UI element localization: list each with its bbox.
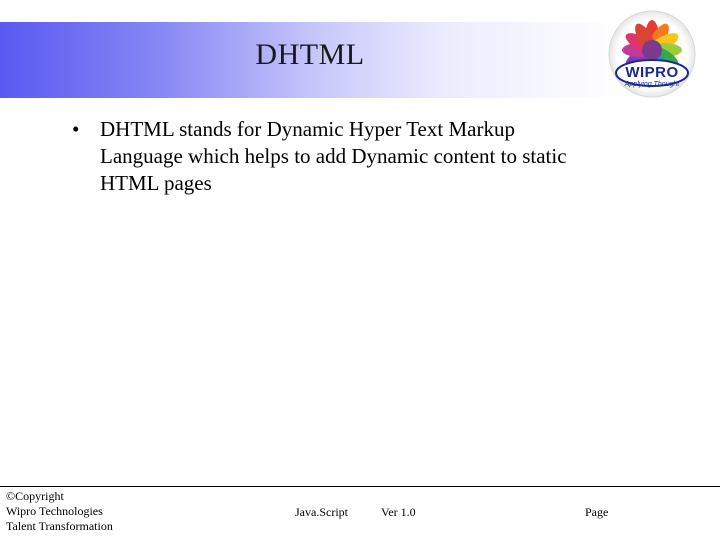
logo-text: WIPRO bbox=[625, 64, 679, 81]
footer-company: Wipro Technologies bbox=[6, 504, 103, 518]
bullet-line: Language which helps to add Dynamic cont… bbox=[100, 144, 567, 168]
footer-copyright: ©Copyright bbox=[6, 489, 64, 503]
footer-copyright-block: ©Copyright Wipro Technologies Talent Tra… bbox=[6, 489, 113, 534]
bullet-list: • DHTML stands for Dynamic Hyper Text Ma… bbox=[72, 116, 672, 197]
bullet-marker: • bbox=[72, 117, 80, 141]
wipro-logo: WIPRO Applying Thought bbox=[596, 10, 712, 100]
footer-version: Ver 1.0 bbox=[381, 505, 416, 519]
footer-divider bbox=[0, 486, 720, 487]
footer-department: Talent Transformation bbox=[6, 519, 113, 533]
footer-page-label: Page bbox=[585, 505, 609, 519]
slide-title: DHTML bbox=[255, 38, 365, 71]
bullet-item: • DHTML stands for Dynamic Hyper Text Ma… bbox=[72, 116, 672, 197]
logo-tagline: Applying Thought bbox=[624, 81, 680, 88]
footer-topic: Java.Script bbox=[295, 505, 348, 519]
bullet-line: HTML pages bbox=[100, 171, 212, 195]
bullet-line: DHTML stands for Dynamic Hyper Text Mark… bbox=[100, 117, 515, 141]
